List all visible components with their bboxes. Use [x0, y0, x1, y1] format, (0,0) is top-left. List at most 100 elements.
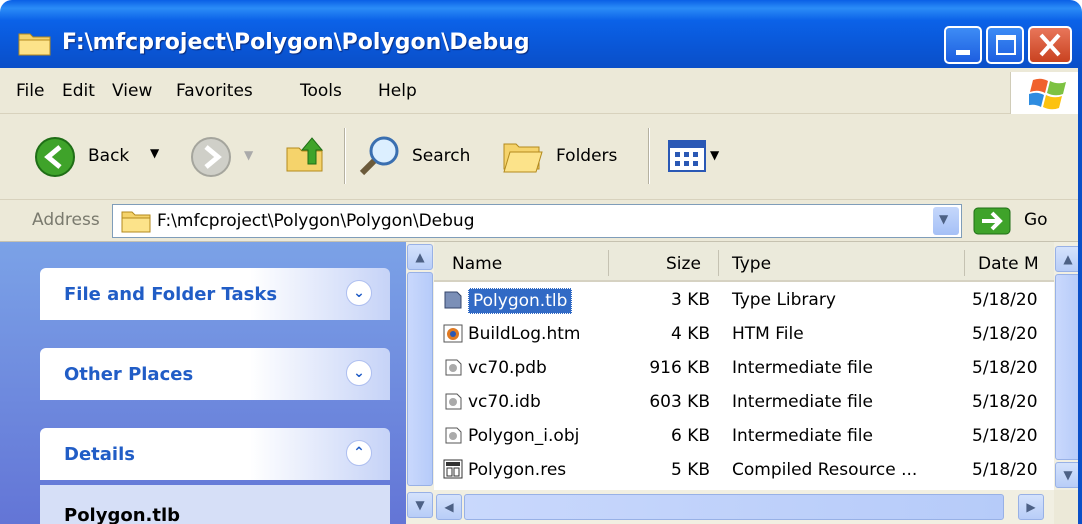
- task-pane-scrollbar[interactable]: ▲ ▼: [406, 242, 434, 524]
- file-size: 603 KB: [649, 392, 710, 412]
- file-name[interactable]: Polygon.tlb: [468, 288, 573, 314]
- search-button[interactable]: Search: [412, 146, 470, 166]
- file-size: 916 KB: [649, 358, 710, 378]
- details-title[interactable]: Details: [64, 444, 135, 465]
- window-title: F:\mfcproject\Polygon\Polygon\Debug: [62, 30, 530, 55]
- menu-bar: File Edit View Favorites Tools Help: [0, 68, 1082, 114]
- scroll-left-button[interactable]: ◀: [436, 494, 462, 520]
- scroll-up-button[interactable]: ▲: [407, 244, 433, 270]
- scroll-thumb[interactable]: [407, 272, 433, 486]
- menu-edit[interactable]: Edit: [62, 81, 95, 101]
- up-folder-icon[interactable]: [284, 134, 326, 176]
- menu-file[interactable]: File: [16, 81, 44, 101]
- menu-favorites[interactable]: Favorites: [176, 81, 253, 101]
- folder-icon: [121, 211, 151, 233]
- resource-file-icon: [443, 459, 463, 479]
- file-name[interactable]: vc70.pdb: [468, 358, 547, 378]
- windows-flag-icon: [1029, 78, 1066, 110]
- address-dropdown-button[interactable]: ▼: [933, 207, 959, 235]
- address-input[interactable]: F:\mfcproject\Polygon\Polygon\Debug ▼: [112, 204, 962, 238]
- menu-tools[interactable]: Tools: [300, 81, 342, 101]
- file-row[interactable]: Polygon.res 5 KB Compiled Resource ... 5…: [434, 454, 1054, 488]
- details-panel[interactable]: Details ⌃: [40, 428, 390, 480]
- collapse-chevron-icon[interactable]: ⌃: [346, 440, 372, 466]
- file-date: 5/18/20: [972, 358, 1038, 378]
- views-icon[interactable]: [668, 140, 706, 172]
- scroll-right-button[interactable]: ▶: [1018, 494, 1044, 520]
- column-divider[interactable]: [964, 250, 965, 276]
- file-row[interactable]: Polygon.tlb 3 KB Type Library 5/18/20: [434, 284, 1054, 318]
- file-date: 5/18/20: [972, 290, 1038, 310]
- views-dropdown-icon[interactable]: ▼: [710, 148, 719, 162]
- file-type: Compiled Resource ...: [732, 460, 918, 480]
- file-size: 6 KB: [670, 426, 710, 446]
- maximize-icon: [996, 35, 1016, 55]
- folders-icon[interactable]: [500, 136, 546, 176]
- file-date: 5/18/20: [972, 460, 1038, 480]
- toolbar: Back ▼ ▼ Search Folders ▼: [0, 114, 1082, 200]
- file-name[interactable]: Polygon_i.obj: [468, 426, 579, 446]
- file-date: 5/18/20: [972, 324, 1038, 344]
- back-button[interactable]: Back: [88, 146, 129, 166]
- other-places-title[interactable]: Other Places: [64, 364, 193, 385]
- file-name[interactable]: Polygon.res: [468, 460, 566, 480]
- folder-icon: [18, 33, 51, 56]
- column-date-modified[interactable]: Date M: [978, 254, 1048, 274]
- file-size: 5 KB: [670, 460, 710, 480]
- file-size: 3 KB: [670, 290, 710, 310]
- forward-dropdown-icon[interactable]: ▼: [244, 148, 253, 162]
- address-label: Address: [32, 210, 100, 230]
- search-icon[interactable]: [358, 134, 402, 178]
- title-bar[interactable]: F:\mfcproject\Polygon\Polygon\Debug: [0, 0, 1082, 68]
- close-button[interactable]: [1028, 26, 1072, 64]
- html-file-icon: [443, 324, 463, 343]
- go-arrow-icon[interactable]: [972, 206, 1012, 236]
- details-item-name: Polygon.tlb: [64, 505, 181, 524]
- details-body: Polygon.tlb: [40, 485, 390, 524]
- generic-file-icon: [445, 359, 462, 376]
- window-border-right: [1078, 68, 1082, 524]
- file-name[interactable]: vc70.idb: [468, 392, 541, 412]
- file-type: Intermediate file: [732, 426, 873, 446]
- generic-file-icon: [445, 393, 462, 410]
- back-dropdown-icon[interactable]: ▼: [150, 146, 159, 160]
- file-type: Intermediate file: [732, 392, 873, 412]
- back-arrow-icon[interactable]: [34, 136, 76, 178]
- generic-file-icon: [445, 427, 462, 444]
- maximize-button[interactable]: [986, 26, 1024, 64]
- expand-chevron-icon[interactable]: ⌄: [346, 360, 372, 386]
- file-folder-tasks-panel[interactable]: File and Folder Tasks ⌄: [40, 268, 390, 320]
- minimize-icon: [956, 50, 970, 55]
- folders-button[interactable]: Folders: [556, 146, 617, 166]
- column-type[interactable]: Type: [732, 254, 771, 274]
- toolbar-separator: [344, 128, 346, 184]
- file-folder-tasks-title[interactable]: File and Folder Tasks: [64, 284, 277, 305]
- file-list-horizontal-scrollbar[interactable]: ◀ ▶: [434, 490, 1054, 524]
- file-date: 5/18/20: [972, 426, 1038, 446]
- expand-chevron-icon[interactable]: ⌄: [346, 280, 372, 306]
- column-divider[interactable]: [718, 250, 719, 276]
- address-text: F:\mfcproject\Polygon\Polygon\Debug: [157, 211, 475, 231]
- other-places-panel[interactable]: Other Places ⌄: [40, 348, 390, 400]
- scroll-down-button[interactable]: ▼: [407, 492, 433, 518]
- go-button[interactable]: Go: [1024, 210, 1048, 230]
- toolbar-separator: [648, 128, 650, 184]
- file-type: HTM File: [732, 324, 804, 344]
- scroll-thumb[interactable]: [464, 494, 1004, 520]
- menu-help[interactable]: Help: [378, 81, 417, 101]
- file-name[interactable]: BuildLog.htm: [468, 324, 580, 344]
- column-name[interactable]: Name: [452, 254, 502, 274]
- menu-view[interactable]: View: [112, 81, 152, 101]
- file-row[interactable]: BuildLog.htm 4 KB HTM File 5/18/20: [434, 318, 1054, 352]
- forward-arrow-icon[interactable]: [190, 136, 232, 178]
- file-row[interactable]: vc70.pdb 916 KB Intermediate file 5/18/2…: [434, 352, 1054, 386]
- file-date: 5/18/20: [972, 392, 1038, 412]
- file-row[interactable]: vc70.idb 603 KB Intermediate file 5/18/2…: [434, 386, 1054, 420]
- file-row[interactable]: Polygon_i.obj 6 KB Intermediate file 5/1…: [434, 420, 1054, 454]
- chevron-down-icon: ▼: [939, 212, 949, 226]
- minimize-button[interactable]: [944, 26, 982, 64]
- column-size[interactable]: Size: [666, 254, 701, 274]
- column-divider[interactable]: [608, 250, 609, 276]
- task-pane: File and Folder Tasks ⌄ Other Places ⌄ D…: [0, 242, 406, 524]
- file-type: Intermediate file: [732, 358, 873, 378]
